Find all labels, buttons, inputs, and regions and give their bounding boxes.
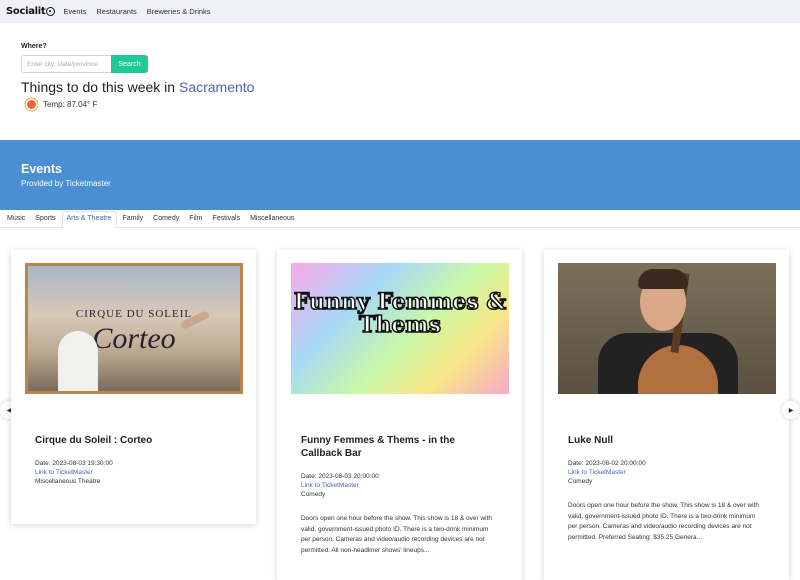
events-title: Events xyxy=(21,162,62,176)
nav-link-restaurants[interactable]: Restaurants xyxy=(96,7,136,16)
event-image: Funny Femmes & Thems xyxy=(291,263,509,394)
tab-family[interactable]: Family xyxy=(119,215,148,227)
card-genre: Comedy xyxy=(568,478,593,485)
card-title: Cirque du Soleil : Corteo xyxy=(35,435,153,446)
search-button[interactable]: Search xyxy=(111,55,148,73)
carousel-next-button[interactable]: ▶ xyxy=(782,401,800,419)
tab-sports[interactable]: Sports xyxy=(31,215,59,227)
performer-figure xyxy=(58,331,98,391)
card-body: Cirque du Soleil : Corteo Date: 2023-08-… xyxy=(25,394,242,485)
card-body: Funny Femmes & Thems - in the Callback B… xyxy=(291,394,508,556)
logo-icon xyxy=(46,7,56,16)
search-form: Search xyxy=(21,55,779,73)
tab-music[interactable]: Music xyxy=(3,215,29,227)
ticketmaster-link[interactable]: Link to TicketMaster xyxy=(301,482,498,489)
event-card[interactable]: Funny Femmes & Thems Funny Femmes & Them… xyxy=(277,250,522,580)
ticketmaster-link[interactable]: Link to TicketMaster xyxy=(568,469,765,476)
city-name: Sacramento xyxy=(178,79,255,95)
tab-film[interactable]: Film xyxy=(185,215,206,227)
tab-arts-theatre[interactable]: Arts & Theatre xyxy=(61,211,117,228)
events-subtitle: Provided by Ticketmaster xyxy=(21,179,111,188)
sun-icon xyxy=(27,100,36,109)
card-genre: Comedy xyxy=(301,491,326,498)
brand-name: Socialit xyxy=(6,6,46,17)
image-caption-main: Funny Femmes & Thems xyxy=(293,289,507,338)
chevron-right-icon: ▶ xyxy=(788,407,794,414)
navbar: Socialit Events Restaurants Breweries & … xyxy=(0,0,800,23)
card-title: Funny Femmes & Thems - in the Callback B… xyxy=(301,435,455,459)
title-prefix: Things to do this week in xyxy=(21,79,179,95)
city-search-input[interactable] xyxy=(21,55,111,73)
event-card[interactable]: CIRQUE DU SOLEIL Corteo Cirque du Soleil… xyxy=(11,250,256,524)
hero-section: Where? Search Things to do this week in … xyxy=(0,23,800,140)
ticketmaster-link[interactable]: Link to TicketMaster xyxy=(35,469,232,476)
events-banner: Events Provided by Ticketmaster xyxy=(0,140,800,210)
tab-comedy[interactable]: Comedy xyxy=(149,215,183,227)
page-title: Things to do this week in Sacramento xyxy=(21,79,779,95)
category-tabs: Music Sports Arts & Theatre Family Comed… xyxy=(0,210,800,228)
card-description: Doors open one hour before the show. Thi… xyxy=(301,515,493,554)
card-date: Date: 2023-08-03 20:00:00 xyxy=(301,473,379,480)
events-carousel: ◀ CIRQUE DU SOLEIL Corteo Cirque du Sole… xyxy=(0,228,800,580)
image-caption-top: CIRQUE DU SOLEIL xyxy=(75,308,193,320)
card-body: Luke Null Date: 2023-08-02 20:00:00 Link… xyxy=(558,394,775,543)
card-date: Date: 2023-08-03 19:30:00 xyxy=(35,460,113,467)
event-image: CIRQUE DU SOLEIL Corteo xyxy=(25,263,243,394)
performer-hair xyxy=(638,269,688,289)
card-title: Luke Null xyxy=(568,435,614,446)
event-image xyxy=(558,263,776,394)
temperature-text: Temp: 87.04° F xyxy=(43,100,98,109)
card-description: Doors open one hour before the show. Thi… xyxy=(568,502,760,541)
event-card[interactable]: Luke Null Date: 2023-08-02 20:00:00 Link… xyxy=(544,250,789,580)
tab-miscellaneous[interactable]: Miscellaneous xyxy=(246,215,298,227)
where-label: Where? xyxy=(21,43,47,50)
tab-festivals[interactable]: Festivals xyxy=(208,215,244,227)
nav-link-events[interactable]: Events xyxy=(63,7,86,16)
card-genre: Miscellaneous Theatre xyxy=(35,478,101,485)
nav-link-breweries[interactable]: Breweries & Drinks xyxy=(147,7,211,16)
weather-row: Temp: 87.04° F xyxy=(27,100,779,109)
card-date: Date: 2023-08-02 20:00:00 xyxy=(568,460,646,467)
brand-logo[interactable]: Socialit xyxy=(6,6,56,17)
